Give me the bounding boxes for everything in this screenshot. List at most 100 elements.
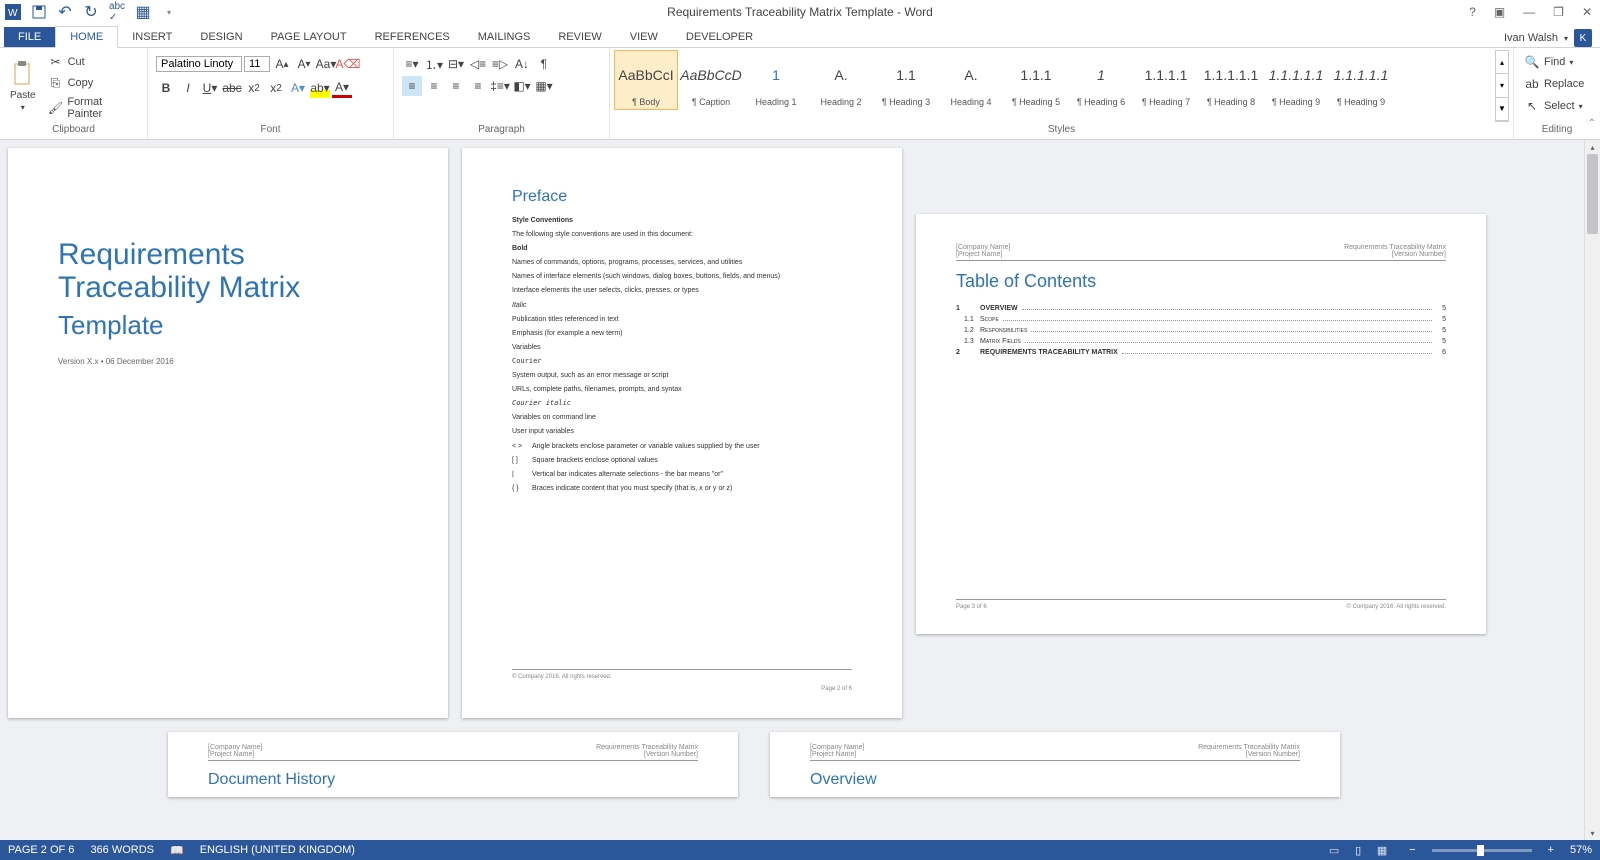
qat-dropdown-icon[interactable]: ▾ (160, 3, 178, 21)
sort-button[interactable]: A↓ (512, 54, 532, 74)
collapse-ribbon-icon[interactable]: ⌃ (1588, 118, 1596, 129)
copy-button[interactable]: ⎘Copy (44, 73, 143, 93)
tab-design[interactable]: DESIGN (186, 27, 256, 47)
format-painter-icon: 🖌 (48, 100, 64, 116)
tab-home[interactable]: HOME (55, 26, 118, 48)
find-button[interactable]: 🔍Find▾ (1520, 52, 1594, 72)
paste-button[interactable]: Paste ▾ (4, 50, 42, 122)
group-paragraph: ≡▾ ⒈▾ ⊟▾ ◁≡ ≡▷ A↓ ¶ ≡ ≡ ≡ ≡ ‡≡▾ ◧▾ ▦▾ Pa… (394, 48, 610, 139)
vertical-scrollbar[interactable]: ▴ ▾ (1584, 140, 1600, 840)
zoom-thumb[interactable] (1477, 845, 1484, 856)
p5-heading: Overview (810, 771, 1300, 789)
tab-mailings[interactable]: MAILINGS (464, 27, 545, 47)
style-item[interactable]: AaBbCcD¶ Caption (679, 50, 743, 110)
superscript-button[interactable]: x2 (266, 78, 286, 98)
replace-button[interactable]: abReplace (1520, 74, 1594, 94)
status-proof-icon[interactable]: 📖 (170, 844, 184, 857)
format-painter-button[interactable]: 🖌Format Painter (44, 94, 143, 122)
align-center-button[interactable]: ≡ (424, 76, 444, 96)
increase-indent-button[interactable]: ≡▷ (490, 54, 510, 74)
style-item[interactable]: 1.1¶ Heading 3 (874, 50, 938, 110)
tab-references[interactable]: REFERENCES (361, 27, 464, 47)
font-size-input[interactable] (244, 56, 270, 72)
save-icon[interactable] (30, 3, 48, 21)
web-layout-button[interactable]: ▦ (1371, 842, 1393, 858)
tab-file[interactable]: FILE (4, 27, 55, 47)
close-icon[interactable]: ✕ (1578, 3, 1596, 21)
styles-expand[interactable]: ▼ (1496, 98, 1508, 121)
change-case-button[interactable]: Aa▾ (316, 54, 336, 74)
line-spacing-button[interactable]: ‡≡▾ (490, 76, 510, 96)
show-marks-button[interactable]: ¶ (534, 54, 554, 74)
select-button[interactable]: ↖Select▾ (1520, 96, 1594, 116)
style-item[interactable]: 1¶ Heading 6 (1069, 50, 1133, 110)
cut-button[interactable]: ✂Cut (44, 52, 143, 72)
undo-icon[interactable]: ↶ (56, 3, 74, 21)
tab-view[interactable]: VIEW (616, 27, 672, 47)
shrink-font-button[interactable]: A▾ (294, 54, 314, 74)
shading-button[interactable]: ◧▾ (512, 76, 532, 96)
style-item[interactable]: AaBbCcI¶ Body (614, 50, 678, 110)
style-item[interactable]: 1.1.1.1¶ Heading 7 (1134, 50, 1198, 110)
status-words[interactable]: 366 WORDS (90, 844, 154, 856)
style-item[interactable]: 1Heading 1 (744, 50, 808, 110)
restore-icon[interactable]: ❐ (1549, 3, 1568, 21)
styles-gallery[interactable]: AaBbCcI¶ BodyAaBbCcD¶ Caption1Heading 1A… (614, 50, 1493, 122)
align-right-button[interactable]: ≡ (446, 76, 466, 96)
scroll-down-arrow[interactable]: ▾ (1585, 826, 1600, 840)
strike-button[interactable]: abc (222, 78, 242, 98)
style-item[interactable]: 1.1.1.1.1¶ Heading 8 (1199, 50, 1263, 110)
window-controls: ? ▣ — ❐ ✕ (1465, 3, 1596, 21)
text-effects-button[interactable]: A▾ (288, 78, 308, 98)
read-mode-button[interactable]: ▭ (1323, 842, 1345, 858)
status-page[interactable]: PAGE 2 OF 6 (8, 844, 74, 856)
align-left-button[interactable]: ≡ (402, 76, 422, 96)
scroll-up-arrow[interactable]: ▴ (1585, 140, 1600, 154)
style-item[interactable]: A.Heading 2 (809, 50, 873, 110)
clear-format-button[interactable]: A⌫ (338, 54, 358, 74)
styles-scroll-down[interactable]: ▾ (1496, 74, 1508, 97)
touch-mode-icon[interactable]: ▦ (134, 3, 152, 21)
tab-review[interactable]: REVIEW (544, 27, 615, 47)
minimize-icon[interactable]: — (1519, 3, 1539, 21)
paste-icon (11, 60, 35, 88)
style-item[interactable]: 1.1.1.1.1¶ Heading 9 (1329, 50, 1393, 110)
document-area[interactable]: Requirements Traceability Matrix Templat… (0, 140, 1600, 840)
decrease-indent-button[interactable]: ◁≡ (468, 54, 488, 74)
zoom-slider[interactable] (1432, 849, 1532, 852)
zoom-in-button[interactable]: + (1548, 844, 1554, 856)
scroll-thumb[interactable] (1587, 154, 1598, 234)
status-bar: PAGE 2 OF 6 366 WORDS 📖 ENGLISH (UNITED … (0, 840, 1600, 860)
tab-developer[interactable]: DEVELOPER (672, 27, 767, 47)
tab-insert[interactable]: INSERT (118, 27, 186, 47)
italic-button[interactable]: I (178, 78, 198, 98)
paste-dropdown-icon[interactable]: ▾ (21, 103, 25, 112)
help-icon[interactable]: ? (1465, 3, 1480, 21)
redo-icon[interactable]: ↻ (82, 3, 100, 21)
highlight-button[interactable]: ab▾ (310, 78, 330, 98)
justify-button[interactable]: ≡ (468, 76, 488, 96)
borders-button[interactable]: ▦▾ (534, 76, 554, 96)
ribbon-display-icon[interactable]: ▣ (1490, 3, 1509, 21)
bold-button[interactable]: B (156, 78, 176, 98)
zoom-level[interactable]: 57% (1570, 844, 1592, 856)
user-dropdown-icon[interactable]: ▾ (1564, 34, 1568, 43)
multilevel-button[interactable]: ⊟▾ (446, 54, 466, 74)
spellcheck-icon[interactable]: abc✓ (108, 3, 126, 21)
print-layout-button[interactable]: ▯ (1347, 842, 1369, 858)
style-item[interactable]: 1.1.1¶ Heading 5 (1004, 50, 1068, 110)
bullets-button[interactable]: ≡▾ (402, 54, 422, 74)
subscript-button[interactable]: x2 (244, 78, 264, 98)
font-name-input[interactable] (156, 56, 242, 72)
user-area[interactable]: Ivan Walsh ▾ K (1504, 29, 1592, 47)
underline-button[interactable]: U▾ (200, 78, 220, 98)
style-item[interactable]: 1.1.1.1.1¶ Heading 9 (1264, 50, 1328, 110)
styles-scroll-up[interactable]: ▴ (1496, 51, 1508, 74)
numbering-button[interactable]: ⒈▾ (424, 54, 444, 74)
status-language[interactable]: ENGLISH (UNITED KINGDOM) (200, 844, 355, 856)
font-color-button[interactable]: A▾ (332, 78, 352, 98)
zoom-out-button[interactable]: − (1409, 844, 1415, 856)
tab-page-layout[interactable]: PAGE LAYOUT (257, 27, 361, 47)
style-item[interactable]: A.Heading 4 (939, 50, 1003, 110)
grow-font-button[interactable]: A▴ (272, 54, 292, 74)
